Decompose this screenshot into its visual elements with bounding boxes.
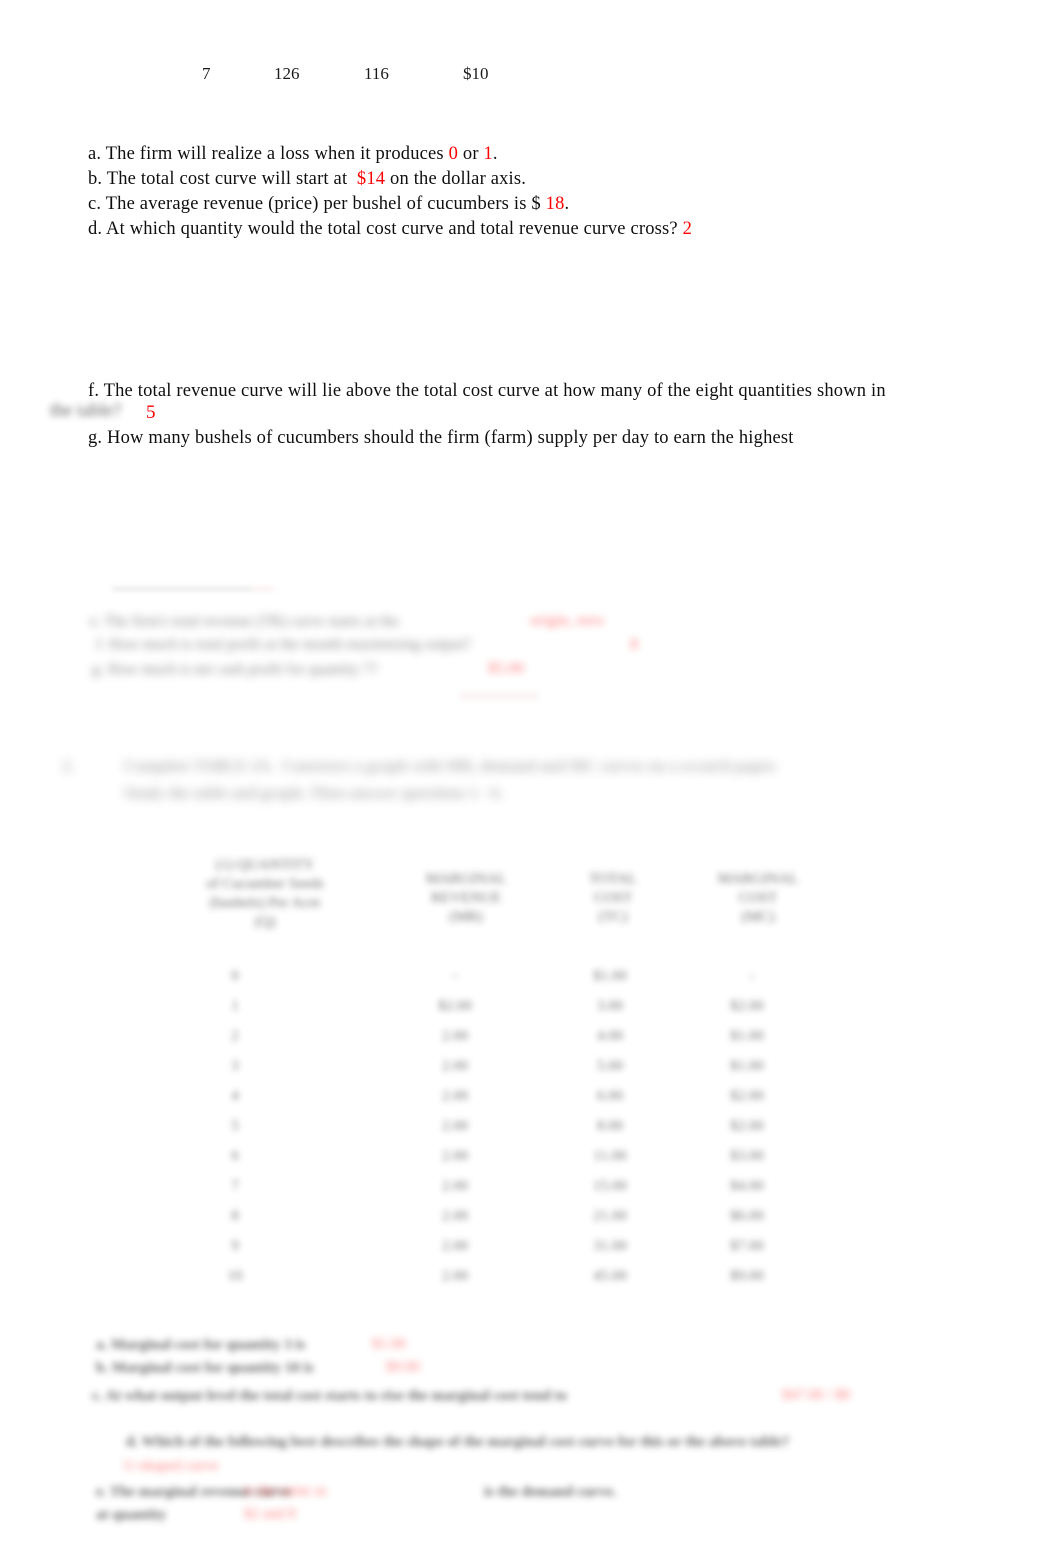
question-b-answer: $14 bbox=[356, 169, 386, 189]
table-row: 10 bbox=[227, 1268, 243, 1284]
table-row: 2.00 bbox=[441, 1058, 469, 1074]
question-a-answer-2: 1 bbox=[483, 144, 493, 164]
table-row: 4 bbox=[231, 1088, 239, 1104]
table-row: 8 bbox=[231, 1208, 239, 1224]
table-row: - bbox=[749, 968, 755, 984]
redacted-line-g: g. How much is net cash profit for quant… bbox=[92, 661, 378, 678]
redacted-answer-f: 8 bbox=[630, 636, 638, 653]
question-c: c. The average revenue (price) per bushe… bbox=[88, 192, 569, 217]
table-row: $1.00 bbox=[730, 1058, 764, 1074]
table-row: 5.00 bbox=[596, 1058, 624, 1074]
question-a-middle: or bbox=[458, 144, 484, 164]
question-d-answer: 2 bbox=[682, 219, 693, 239]
redacted3-answer-f: $2 and 8 bbox=[244, 1506, 296, 1522]
question-a-answer-1: 0 bbox=[448, 144, 459, 164]
redacted-answer-g: $5.00 bbox=[488, 660, 524, 677]
table-row: 11.00 bbox=[593, 1148, 627, 1164]
top-value-2: 126 bbox=[274, 64, 300, 83]
question-c-text: c. The average revenue (price) per bushe… bbox=[88, 194, 546, 214]
top-value-1: 7 bbox=[202, 64, 211, 83]
question-b-text: b. The total cost curve will start at bbox=[88, 169, 357, 189]
table-row: $1.00 bbox=[593, 968, 627, 984]
table-row: $7.00 bbox=[730, 1238, 764, 1254]
table-row: 45.00 bbox=[593, 1268, 627, 1284]
table-row: $4.00 bbox=[730, 1178, 764, 1194]
redacted3-answer-d: U-shaped curve bbox=[124, 1458, 219, 1474]
table-row: 6.00 bbox=[596, 1088, 624, 1104]
redacted2-line-b: b. Marginal cost for quantity 10 is bbox=[96, 1360, 314, 1376]
document-page: 7 126 116 $10 a. The firm will realize a… bbox=[0, 0, 1062, 1556]
table-header-marginal-revenue: MARGINAL REVENUE (MR) bbox=[425, 871, 507, 925]
table-row: $2.00 bbox=[730, 1088, 764, 1104]
table-row: 2.00 bbox=[441, 1028, 469, 1044]
table-row: $6.00 bbox=[730, 1208, 764, 1224]
table-row: - bbox=[452, 968, 458, 984]
redacted-smudge-1 bbox=[460, 692, 538, 700]
table-row: 8.00 bbox=[596, 1118, 624, 1134]
table-row: $2.00 bbox=[438, 998, 472, 1014]
table-row: $1.00 bbox=[730, 1028, 764, 1044]
question-f-redacted-text: the table? bbox=[50, 401, 122, 421]
redacted2-answer-a: $1.00 bbox=[372, 1336, 406, 1352]
table-header-quantity: (1) QUANTITY of Cucumber Seeds (bushels)… bbox=[206, 857, 324, 930]
top-value-4: $10 bbox=[463, 64, 489, 83]
table-row: 7 bbox=[231, 1178, 239, 1194]
redacted3-line-f: at quantity bbox=[96, 1507, 167, 1523]
redacted2-line-a: a. Marginal cost for quantity 3 is bbox=[96, 1337, 306, 1353]
redacted-line-f: f. How much is total profit at the month… bbox=[96, 636, 471, 653]
redacted-rule-1 bbox=[112, 588, 252, 590]
redacted-answer-e: origin, zero bbox=[530, 612, 604, 629]
table-row: 6 bbox=[231, 1148, 239, 1164]
table-row: 0 bbox=[231, 968, 239, 984]
question-a-suffix: . bbox=[492, 144, 498, 164]
table-row: $2.00 bbox=[730, 998, 764, 1014]
redacted3-line-d: d. Which of the following best describes… bbox=[126, 1434, 790, 1450]
table-row: 2.00 bbox=[441, 1118, 469, 1134]
redacted-heading-line1: Complete TABLE 2A. Construct a graph wit… bbox=[124, 758, 778, 775]
table-row: 4.00 bbox=[596, 1028, 624, 1044]
table-row: $9.00 bbox=[730, 1268, 764, 1284]
table-header-total-cost: TOTAL COST (TC) bbox=[589, 871, 637, 925]
table-row: 5 bbox=[231, 1118, 239, 1134]
question-d-text: d. At which quantity would the total cos… bbox=[88, 219, 683, 239]
table-row: 1 bbox=[231, 998, 239, 1014]
table-row: 2.00 bbox=[441, 1268, 469, 1284]
table-row: 3 bbox=[231, 1058, 239, 1074]
table-row: 3.00 bbox=[596, 998, 624, 1014]
question-b-suffix: on the dollar axis. bbox=[385, 169, 527, 189]
redacted3-answer-e: is the same as bbox=[244, 1483, 327, 1499]
table-row: 9 bbox=[231, 1238, 239, 1254]
question-g-line1: g. How many bushels of cucumbers should … bbox=[88, 428, 794, 448]
redacted2-answer-b: $9.00 bbox=[386, 1359, 420, 1375]
redacted-line-e: e. The firm's total revenue (TR) curve s… bbox=[90, 613, 399, 630]
top-value-3: 116 bbox=[364, 64, 389, 83]
table-row: 21.00 bbox=[593, 1208, 627, 1224]
redacted-rule-1b bbox=[252, 588, 274, 590]
redacted2-line-c: c. At what output level the total cost s… bbox=[92, 1388, 567, 1404]
table-header-marginal-cost: MARGINAL COST (MC) bbox=[717, 871, 799, 925]
table-row: 2.00 bbox=[441, 1178, 469, 1194]
table-row: 2 bbox=[231, 1028, 239, 1044]
table-row: 2.00 bbox=[441, 1238, 469, 1254]
redacted3-line-e-tail: is the demand curve. bbox=[484, 1484, 617, 1500]
redacted-heading-line2: Study the table and graph. Then answer q… bbox=[124, 785, 504, 802]
redacted2-answer-c: $47.00 / $8 bbox=[782, 1387, 850, 1403]
table-row: 31.00 bbox=[593, 1238, 627, 1254]
table-row: $2.00 bbox=[730, 1118, 764, 1134]
table-row: 2.00 bbox=[441, 1088, 469, 1104]
table-row: 2.00 bbox=[441, 1208, 469, 1224]
question-b: b. The total cost curve will start at $1… bbox=[88, 167, 526, 192]
table-row: 2.00 bbox=[441, 1148, 469, 1164]
question-c-answer: 18 bbox=[545, 194, 565, 214]
question-f-answer: 5 bbox=[146, 402, 156, 423]
question-a-text: a. The firm will realize a loss when it … bbox=[88, 144, 449, 164]
table-row: $3.00 bbox=[730, 1148, 764, 1164]
question-d: d. At which quantity would the total cos… bbox=[88, 217, 692, 242]
question-a: a. The firm will realize a loss when it … bbox=[88, 142, 498, 167]
question-c-suffix: . bbox=[564, 194, 570, 214]
question-f-line1: f. The total revenue curve will lie abov… bbox=[88, 381, 886, 401]
redacted-heading-number: 2. bbox=[62, 758, 74, 775]
table-row: 15.00 bbox=[593, 1178, 627, 1194]
